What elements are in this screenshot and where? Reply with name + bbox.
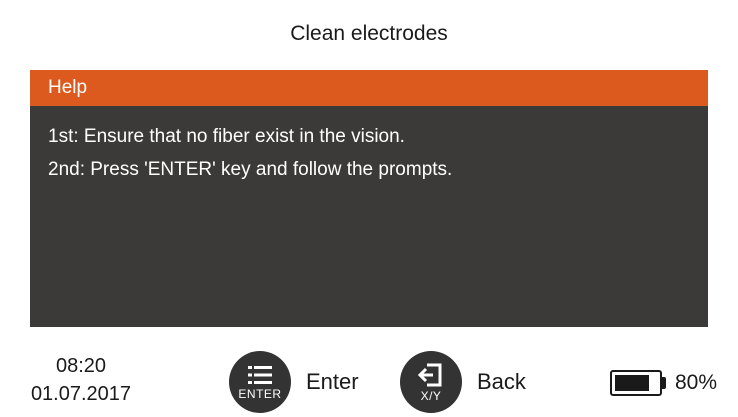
enter-softkey[interactable]: ENTER Enter: [229, 351, 359, 413]
back-key-tag: X/Y: [420, 388, 442, 403]
battery-icon: [610, 370, 662, 396]
help-text: 1st: Ensure that no fiber exist in the v…: [30, 106, 708, 186]
clock-date: 01.07.2017: [30, 383, 132, 405]
battery-indicator: 80%: [610, 370, 717, 396]
enter-label: Enter: [306, 369, 359, 394]
clock: 08:20 01.07.2017: [0, 352, 162, 408]
enter-key-button[interactable]: ENTER: [229, 351, 291, 413]
help-header: Help: [30, 70, 708, 106]
back-exit-icon: [418, 363, 442, 386]
back-softkey[interactable]: X/Y Back: [400, 351, 526, 413]
help-line-1: 1st: Ensure that no fiber exist in the v…: [48, 126, 405, 147]
clock-time: 08:20: [55, 355, 107, 377]
back-label: Back: [477, 369, 526, 394]
battery-tip: [662, 377, 666, 389]
screen-title: Clean electrodes: [290, 22, 448, 45]
battery-percent: 80%: [675, 371, 718, 394]
help-panel: Help 1st: Ensure that no fiber exist in …: [30, 70, 708, 327]
enter-key-tag: ENTER: [238, 386, 282, 401]
back-key-button[interactable]: X/Y: [400, 351, 462, 413]
menu-list-icon: [248, 365, 272, 384]
battery-fill: [615, 375, 649, 391]
help-line-2: 2nd: Press 'ENTER' key and follow the pr…: [48, 159, 453, 180]
